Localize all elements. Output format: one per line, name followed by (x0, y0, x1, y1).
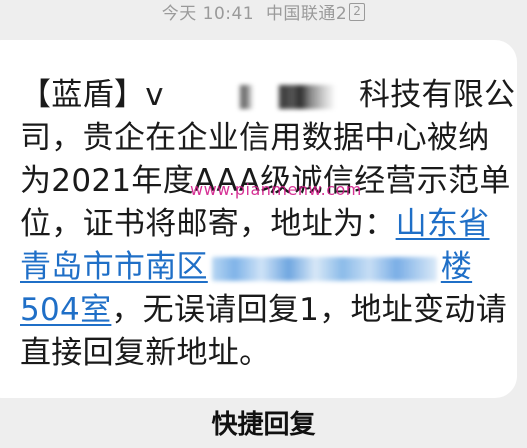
message-fragment: v (145, 77, 164, 113)
quick-reply-button[interactable]: 快捷回复 (0, 405, 527, 445)
address-link-room: 504室 (20, 292, 112, 328)
carrier-label: 中国联通2 (265, 4, 348, 24)
redacted-address (211, 256, 437, 281)
watermark: www.pianmenw.com (190, 180, 362, 199)
message-text[interactable]: 【蓝盾】v 科技有限公司，贵企在企业信用数据中心被纳为2021年度AAA级诚信经营… (20, 74, 520, 375)
address-link-end: 楼 (440, 249, 473, 285)
sim-2-icon: 2 (349, 3, 366, 21)
time-label: 今天 10:41 (161, 4, 255, 24)
message-prefix: 【蓝盾】 (20, 77, 146, 113)
status-line: 今天 10:41 中国联通2 2 (0, 0, 527, 28)
redacted-company-name (163, 84, 359, 109)
